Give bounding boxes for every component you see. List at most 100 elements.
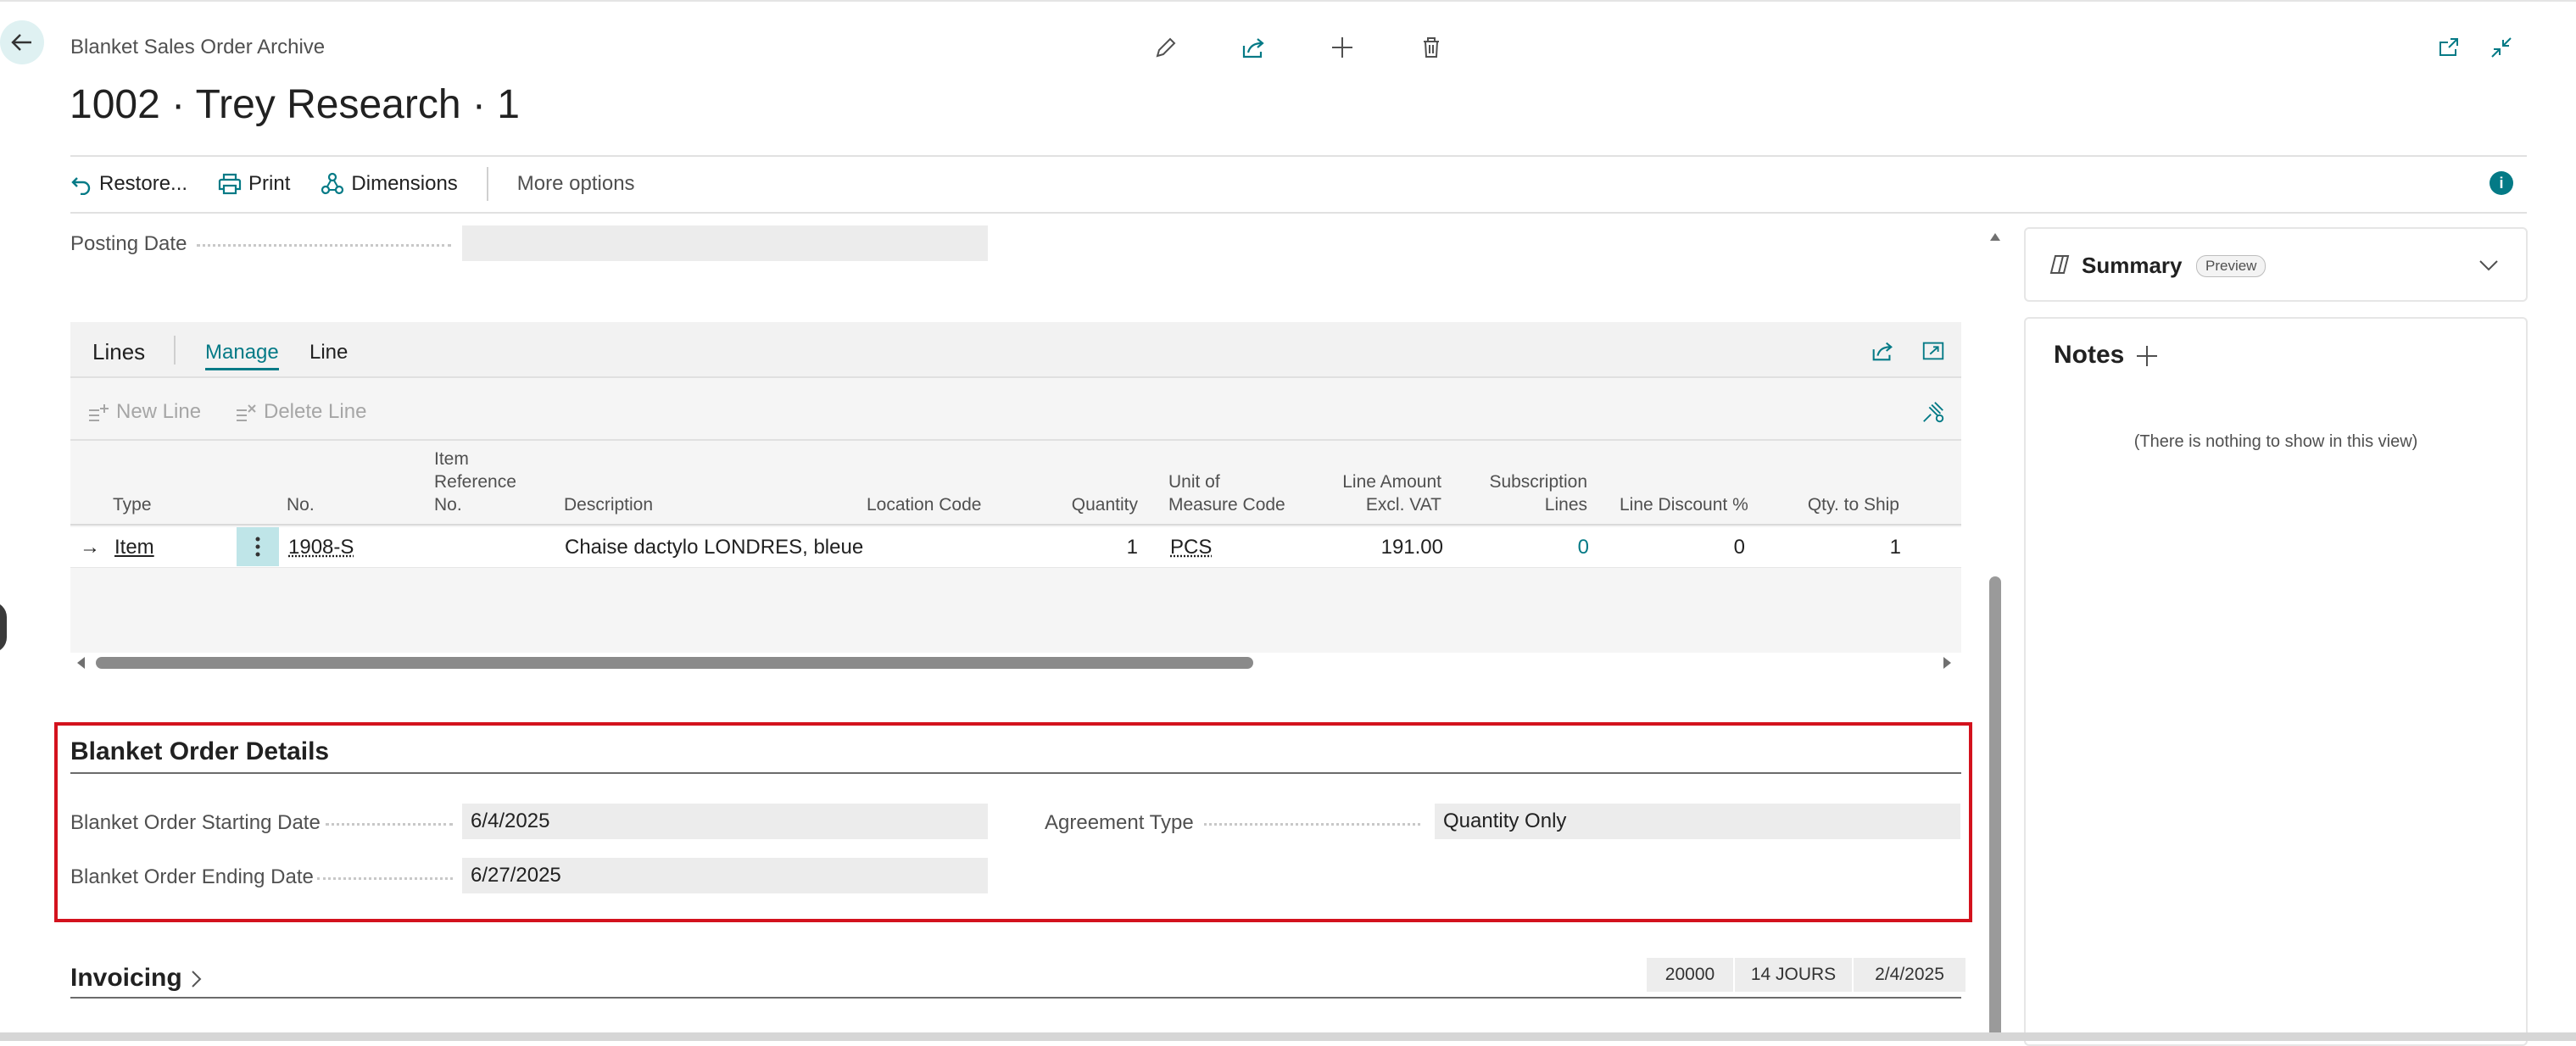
scroll-up-icon[interactable] — [1989, 231, 2001, 247]
scroll-right-icon[interactable] — [1942, 655, 1954, 675]
label-dots — [1204, 823, 1420, 826]
action-bar: Restore... Print Dimensions More options — [70, 158, 666, 210]
delete-button[interactable] — [1414, 31, 1448, 64]
section-divider — [70, 997, 1961, 999]
col-subs-line2: Lines — [1544, 495, 1587, 515]
row-line-discount[interactable]: 0 — [1620, 536, 1745, 559]
invoicing-summary-badges: 20000 14 JOURS 2/4/2025 — [1645, 958, 1965, 992]
agreement-type-label: Agreement Type — [1045, 811, 1194, 834]
col-description[interactable]: Description — [564, 493, 653, 516]
edit-button[interactable] — [1149, 31, 1183, 64]
notes-empty-message: (There is nothing to show in this view) — [2133, 432, 2418, 451]
label-dots — [197, 244, 451, 247]
scroll-left-icon[interactable] — [75, 655, 86, 675]
lines-expand-button[interactable] — [1916, 334, 1950, 368]
open-new-window-button[interactable] — [2432, 31, 2466, 64]
back-button[interactable] — [0, 20, 44, 64]
new-line-label: New Line — [116, 400, 202, 423]
print-action[interactable]: Print — [218, 172, 290, 196]
invoicing-title[interactable]: Invoicing — [70, 964, 203, 993]
posting-date-label: Posting Date — [70, 232, 187, 255]
new-line-action[interactable]: New Line — [87, 400, 201, 424]
col-amount-line2: Excl. VAT — [1365, 495, 1441, 515]
chevron-down-icon[interactable] — [2478, 254, 2500, 279]
new-line-icon — [89, 404, 109, 421]
row-qty-to-ship[interactable]: 1 — [1781, 536, 1901, 559]
side-handle — [0, 602, 7, 653]
agreement-type-field[interactable]: Quantity Only — [1435, 804, 1960, 839]
row-line-amount[interactable]: 191.00 — [1306, 536, 1443, 559]
col-amount-line1: Line Amount — [1342, 472, 1441, 492]
row-type-link[interactable]: Item — [114, 536, 154, 559]
col-quantity[interactable]: Quantity — [1051, 493, 1138, 516]
invoicing-label: Invoicing — [70, 964, 182, 992]
share-icon — [1242, 38, 1264, 58]
new-button[interactable] — [1325, 31, 1359, 64]
expand-icon — [1922, 342, 1944, 360]
col-item-ref-line1: Item — [434, 449, 469, 469]
pencil-icon — [1156, 37, 1176, 58]
copilot-icon — [2048, 253, 2071, 281]
row-no-field[interactable]: 1908-S — [288, 536, 354, 559]
restore-action[interactable]: Restore... — [70, 172, 187, 196]
pin-settings-icon — [1923, 402, 1944, 423]
action-separator — [486, 167, 488, 201]
plus-icon — [2137, 346, 2157, 366]
tab-line[interactable]: Line — [309, 341, 348, 364]
starting-date-field[interactable]: 6/4/2025 — [462, 804, 988, 839]
row-description[interactable]: Chaise dactylo LONDRES, bleue — [565, 536, 863, 559]
dimensions-label: Dimensions — [351, 172, 458, 195]
page-title: 1002 · Trey Research · 1 — [70, 82, 520, 127]
top-border — [0, 0, 2576, 2]
delete-line-label: Delete Line — [264, 400, 367, 423]
col-line-amount[interactable]: Line Amount Excl. VAT — [1306, 470, 1441, 516]
restore-label: Restore... — [99, 172, 188, 195]
breadcrumb: Blanket Sales Order Archive — [70, 36, 326, 58]
more-options-action[interactable]: More options — [517, 172, 635, 196]
info-icon[interactable]: i — [2490, 171, 2513, 195]
collapse-button[interactable] — [2484, 31, 2518, 64]
col-unit-of-measure[interactable]: Unit of Measure Code — [1168, 470, 1285, 516]
col-type[interactable]: Type — [113, 493, 152, 516]
posting-date-field[interactable] — [462, 225, 988, 261]
share-button[interactable] — [1236, 31, 1270, 64]
page-vertical-scroll-thumb[interactable] — [1989, 576, 2001, 1041]
invoicing-badge-2: 14 JOURS — [1733, 958, 1852, 992]
lines-header — [70, 322, 1961, 378]
open-in-new-icon — [2439, 38, 2458, 56]
dimensions-icon — [321, 172, 344, 195]
lines-tab-separator — [174, 336, 176, 364]
section-divider — [70, 772, 1961, 774]
lines-share-button[interactable] — [1865, 334, 1899, 368]
col-qty-to-ship[interactable]: Qty. to Ship — [1781, 493, 1899, 516]
col-item-reference[interactable]: Item Reference No. — [434, 448, 516, 516]
dimensions-action[interactable]: Dimensions — [321, 172, 458, 196]
row-current-arrow-icon: → — [80, 536, 100, 559]
col-subscription-lines[interactable]: Subscription Lines — [1458, 470, 1587, 516]
ending-date-field[interactable]: 6/27/2025 — [462, 858, 988, 893]
row-uom-field[interactable]: PCS — [1170, 536, 1212, 559]
col-no[interactable]: No. — [287, 493, 315, 516]
add-note-button[interactable] — [2135, 344, 2159, 372]
tab-manage[interactable]: Manage — [205, 341, 279, 370]
actionbar-divider — [70, 212, 2527, 214]
more-vertical-icon — [255, 537, 260, 557]
col-item-ref-line3: No. — [434, 495, 462, 515]
header-divider — [70, 155, 2527, 157]
row-subscription-lines-link[interactable]: 0 — [1458, 536, 1589, 559]
horizontal-scroll-thumb[interactable] — [96, 657, 1253, 669]
row-quantity[interactable]: 1 — [1051, 536, 1138, 559]
more-options-label: More options — [516, 172, 635, 195]
row-actions-button[interactable] — [237, 527, 279, 566]
blanket-order-details-title[interactable]: Blanket Order Details — [70, 737, 329, 766]
invoicing-badge-1: 20000 — [1645, 958, 1733, 992]
notes-card — [2024, 317, 2528, 1046]
col-line-discount[interactable]: Line Discount % — [1620, 493, 1748, 516]
summary-title: Summary — [2082, 253, 2183, 278]
preview-badge: Preview — [2196, 255, 2267, 277]
col-location-code[interactable]: Location Code — [867, 493, 981, 516]
notes-title: Notes — [2054, 341, 2125, 369]
personalize-button[interactable] — [1916, 395, 1950, 429]
delete-line-action[interactable]: Delete Line — [235, 400, 366, 424]
trash-icon — [1424, 37, 1439, 58]
